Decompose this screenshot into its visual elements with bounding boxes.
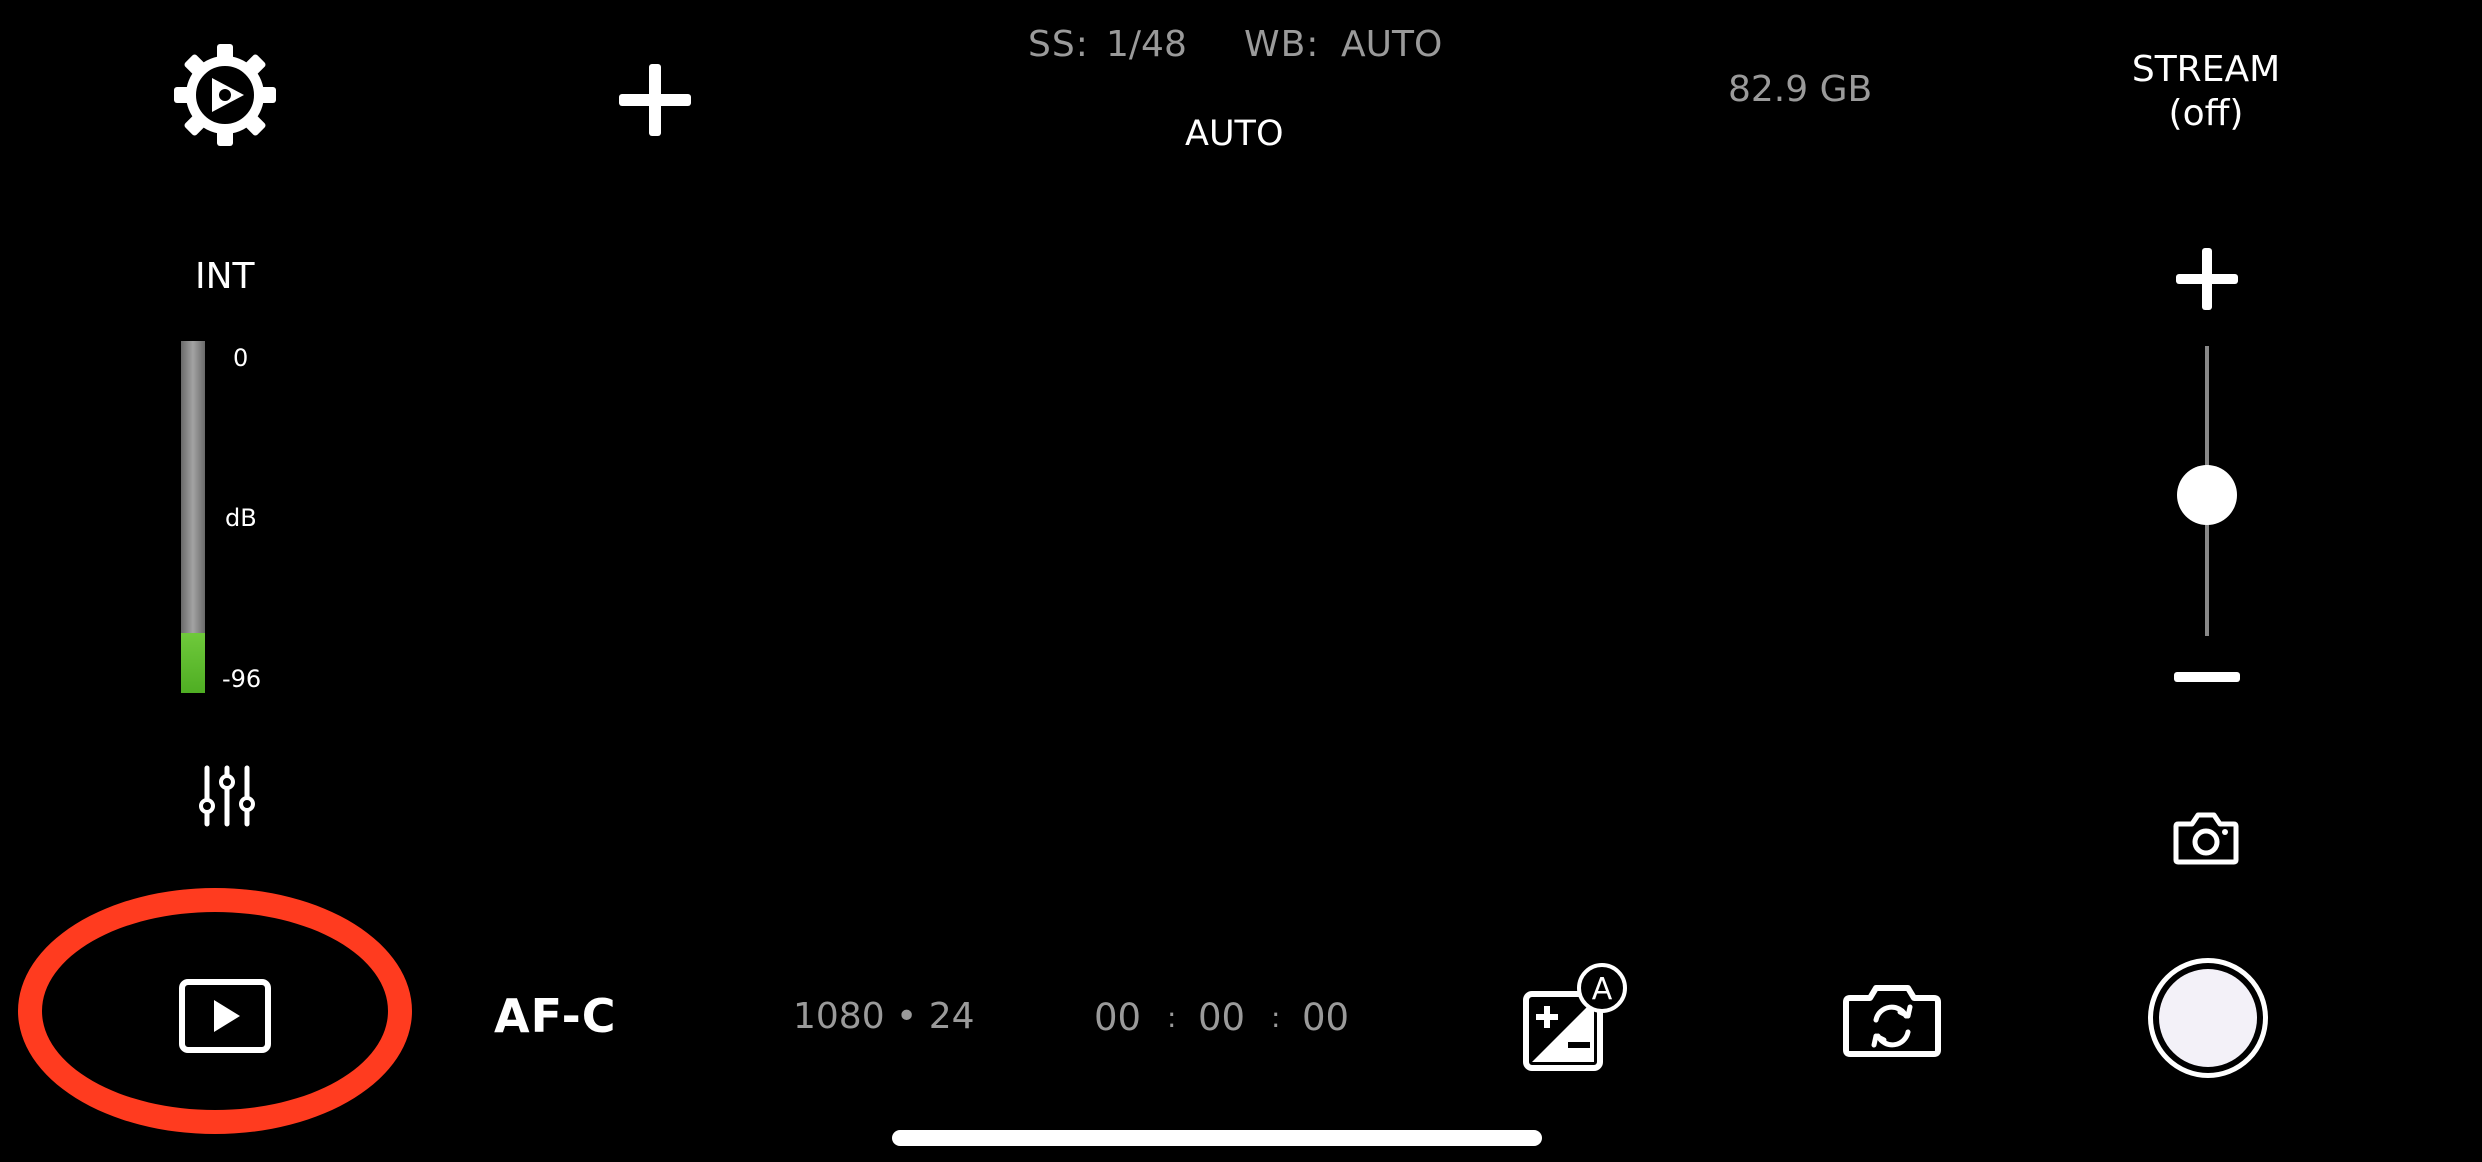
timecode-separator: : [1271, 1001, 1281, 1034]
stream-state: (off) [2168, 93, 2244, 134]
zoom-slider-knob[interactable] [2177, 465, 2237, 525]
shutter-speed-value[interactable]: 1/48 [1106, 24, 1187, 65]
storage-remaining: 82.9 GB [1728, 69, 1873, 110]
timecode-hours: 00 [1094, 996, 1142, 1039]
camera-icon[interactable] [2172, 810, 2240, 866]
home-indicator[interactable] [892, 1130, 1542, 1146]
audio-level-fill [181, 633, 205, 693]
focus-mode[interactable]: AF-C [494, 989, 616, 1043]
camera-flip-icon[interactable] [1842, 982, 1942, 1058]
settings-icon[interactable] [172, 42, 278, 148]
exposure-badge: A [1592, 972, 1613, 1007]
meter-top-label: 0 [233, 344, 249, 372]
meter-unit-label: dB [225, 504, 257, 532]
playback-icon[interactable] [178, 978, 272, 1054]
video-format[interactable]: 1080 • 24 [793, 996, 975, 1037]
meter-bottom-label: -96 [222, 665, 262, 693]
record-button[interactable] [2148, 958, 2268, 1078]
zoom-out-icon[interactable] [2174, 672, 2240, 682]
shutter-speed-label: SS: [1028, 24, 1089, 65]
add-icon[interactable] [605, 50, 705, 150]
stream-button[interactable]: STREAM (off) [2110, 48, 2302, 136]
zoom-in-icon[interactable] [2174, 246, 2240, 312]
record-button-inner [2159, 969, 2257, 1067]
timecode-seconds: 00 [1302, 996, 1350, 1039]
audio-input-source[interactable]: INT [195, 256, 255, 297]
timecode-minutes: 00 [1198, 996, 1246, 1039]
exposure-auto-icon[interactable]: A [1520, 962, 1632, 1074]
sliders-icon[interactable] [199, 764, 255, 828]
exposure-mode-value[interactable]: AUTO [1185, 114, 1284, 154]
stream-label: STREAM [2131, 49, 2281, 90]
white-balance-label: WB: [1244, 24, 1320, 65]
timecode-separator: : [1167, 1001, 1177, 1034]
white-balance-value[interactable]: AUTO [1341, 24, 1442, 65]
